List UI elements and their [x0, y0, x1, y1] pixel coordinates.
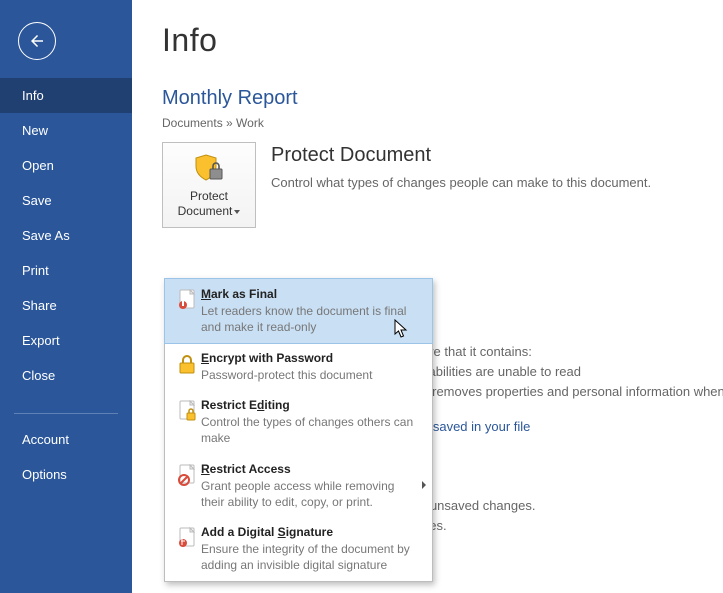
menu-item-title: Restrict Editing — [201, 397, 418, 413]
final-icon — [173, 286, 201, 336]
menu-item-restrict-editing[interactable]: Restrict EditingControl the types of cha… — [165, 390, 432, 454]
back-button[interactable] — [18, 22, 56, 60]
sidebar-item-close[interactable]: Close — [0, 358, 132, 393]
back-arrow-icon — [28, 32, 46, 50]
menu-item-description: Control the types of changes others can … — [201, 414, 418, 446]
submenu-arrow-icon — [422, 481, 426, 489]
edit-icon — [173, 397, 201, 447]
breadcrumb: Documents » Work — [162, 116, 693, 130]
sidebar-item-info[interactable]: Info — [0, 78, 132, 113]
menu-item-restrict-access[interactable]: Restrict AccessGrant people access while… — [165, 454, 432, 518]
menu-item-title: Mark as Final — [201, 286, 418, 302]
menu-item-description: Ensure the integrity of the document by … — [201, 541, 418, 573]
menu-item-description: Grant people access while removing their… — [201, 478, 418, 510]
sidebar-item-open[interactable]: Open — [0, 148, 132, 183]
sidebar-separator — [14, 413, 118, 414]
inspect-link-fragment[interactable]: e saved in your file — [422, 417, 530, 437]
document-title: Monthly Report — [162, 87, 693, 110]
sidebar-item-options[interactable]: Options — [0, 457, 132, 492]
lock-icon — [173, 350, 201, 383]
sidebar-item-export[interactable]: Export — [0, 323, 132, 358]
menu-item-mark-as-final[interactable]: Mark as FinalLet readers know the docume… — [164, 278, 433, 344]
menu-item-description: Let readers know the document is final a… — [201, 303, 418, 335]
menu-item-encrypt-with-password[interactable]: Encrypt with PasswordPassword-protect th… — [165, 343, 432, 390]
manage-fragment: r unsaved changes. ges. — [422, 496, 535, 536]
sidebar: InfoNewOpenSaveSave AsPrintShareExportCl… — [0, 0, 132, 593]
sidebar-item-save-as[interactable]: Save As — [0, 218, 132, 253]
protect-document-menu: Mark as FinalLet readers know the docume… — [164, 278, 433, 582]
protect-document-section: Protect Document Protect Document Contro… — [162, 142, 693, 228]
shield-lock-icon — [167, 153, 251, 185]
backstage-view: InfoNewOpenSaveSave AsPrintShareExportCl… — [0, 0, 723, 593]
protect-document-heading: Protect Document — [271, 144, 693, 167]
menu-item-add-a-digital-signature[interactable]: Add a Digital SignatureEnsure the integr… — [165, 517, 432, 581]
sidebar-item-save[interactable]: Save — [0, 183, 132, 218]
inspect-fragment: are that it contains: sabilities are una… — [422, 342, 723, 402]
sidebar-item-new[interactable]: New — [0, 113, 132, 148]
page-title: Info — [162, 22, 693, 59]
noaccess-icon — [173, 461, 201, 511]
protect-document-button-label: Protect Document — [167, 189, 251, 219]
protect-document-button[interactable]: Protect Document — [162, 142, 256, 228]
menu-item-title: Restrict Access — [201, 461, 418, 477]
menu-item-description: Password-protect this document — [201, 367, 418, 383]
dropdown-caret-icon — [234, 210, 240, 214]
protect-document-description: Control what types of changes people can… — [271, 173, 693, 193]
sidebar-item-print[interactable]: Print — [0, 253, 132, 288]
sig-icon — [173, 524, 201, 574]
menu-item-title: Encrypt with Password — [201, 350, 418, 366]
sidebar-item-share[interactable]: Share — [0, 288, 132, 323]
sidebar-item-account[interactable]: Account — [0, 422, 132, 457]
menu-item-title: Add a Digital Signature — [201, 524, 418, 540]
